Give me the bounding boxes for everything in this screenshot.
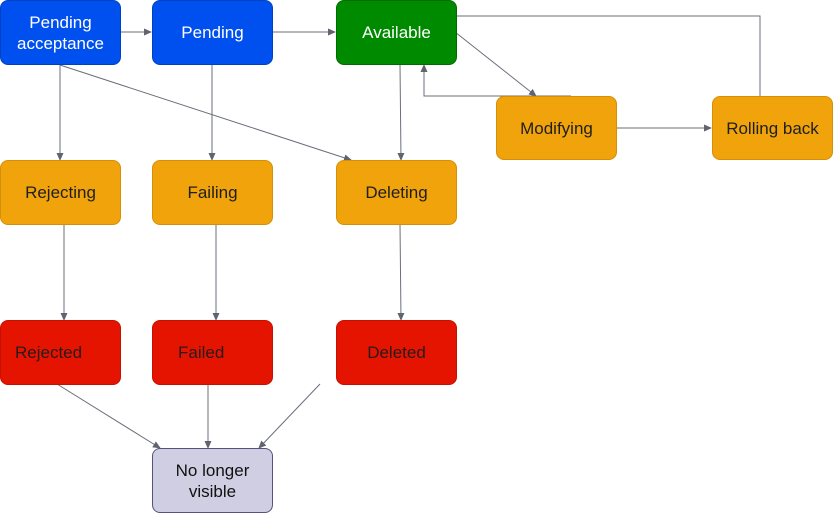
node-label: No longer visible	[175, 460, 250, 501]
node-label: Rejected	[15, 343, 83, 362]
node-label: Pending	[181, 23, 244, 42]
node-rejecting[interactable]: Rejecting	[0, 160, 121, 225]
node-label: Failed	[178, 343, 225, 362]
node-failing[interactable]: Failing	[152, 160, 273, 225]
node-label: Failing	[187, 183, 238, 202]
node-available[interactable]: Available	[336, 0, 457, 65]
node-rejected[interactable]: Rejected	[0, 320, 121, 385]
edge-rolling-back-to-available	[456, 16, 761, 96]
node-failed[interactable]: Failed	[152, 320, 273, 385]
edge-available-to-deleting	[397, 63, 405, 161]
node-rolling-back[interactable]: Rolling back	[712, 96, 833, 160]
node-deleted[interactable]: Deleted	[336, 320, 457, 385]
node-deleting[interactable]: Deleting	[336, 160, 457, 225]
node-pending[interactable]: Pending	[152, 0, 273, 65]
node-label: Modifying	[520, 118, 593, 138]
edge-rejected-to-no-longer-visible	[56, 383, 161, 449]
node-label: Rejecting	[25, 183, 96, 202]
edge-deleted-to-no-longer-visible	[258, 383, 321, 449]
edge-deleting-to-deleted	[397, 223, 405, 321]
node-no-longer-visible[interactable]: No longer visible	[152, 448, 273, 513]
node-label: Deleting	[365, 183, 428, 202]
node-pending-acceptance[interactable]: Pending acceptance	[0, 0, 121, 65]
node-label: Rolling back	[726, 118, 819, 138]
node-label: Deleted	[367, 343, 426, 362]
node-label: Pending acceptance	[17, 12, 104, 53]
edge-modifying-to-available	[420, 64, 571, 97]
edge-available-to-modifying	[454, 31, 537, 97]
edges-layer	[56, 0, 761, 449]
edge-pending-acceptance-to-deleting	[59, 64, 352, 162]
node-modifying[interactable]: Modifying	[496, 96, 617, 160]
node-label: Available	[362, 23, 431, 42]
